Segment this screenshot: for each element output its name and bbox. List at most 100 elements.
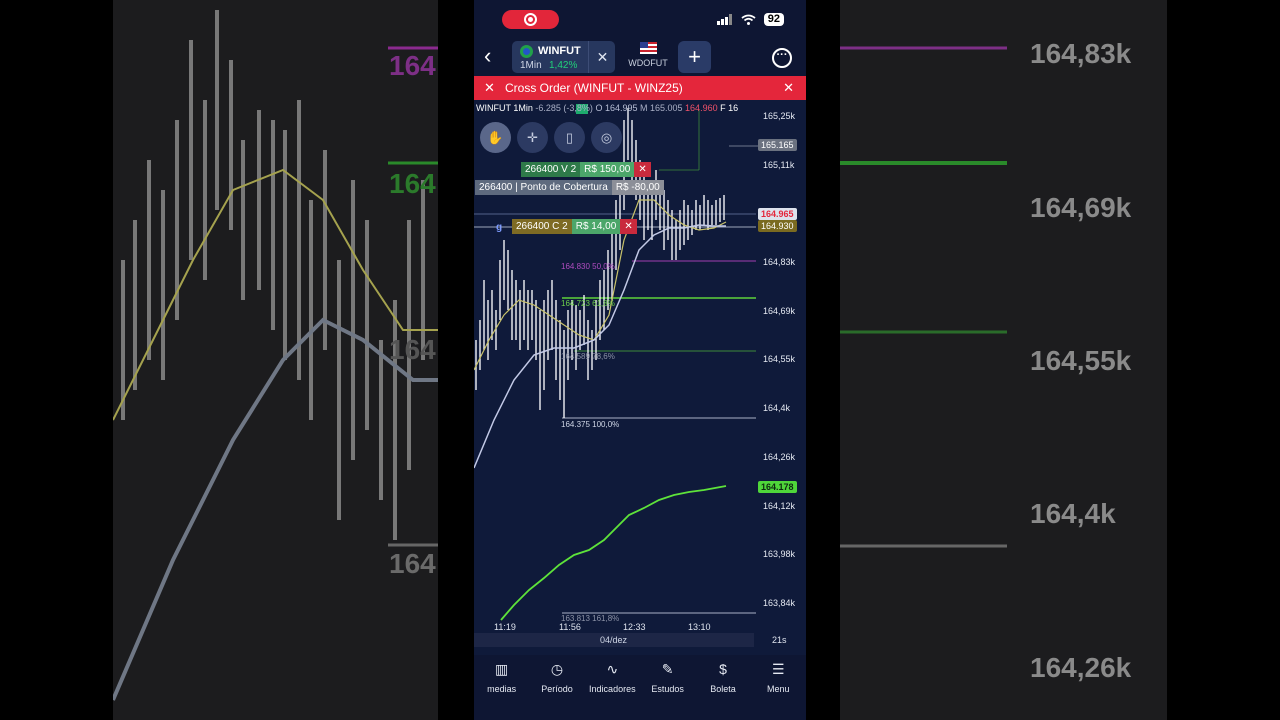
nav-label: Período <box>541 684 573 694</box>
nav-menu[interactable]: ☰ Menu <box>752 655 804 720</box>
nav-periodo[interactable]: ◷ Período <box>531 655 583 720</box>
background-left-label: 164 <box>389 168 436 199</box>
bottom-navigation: ▥ medias ◷ Período ∿ Indicadores ✎ Estud… <box>474 655 806 720</box>
record-icon <box>524 13 537 26</box>
cover-point-label: 266400 | Ponto de Cobertura <box>475 180 612 195</box>
ohlc-high: M 165.005 <box>640 103 683 113</box>
price-axis-label: 164,26k <box>763 452 796 462</box>
price-axis-label: 164,55k <box>763 354 796 364</box>
time-label: 12:33 <box>623 622 646 632</box>
status-bar: 92 <box>474 0 806 38</box>
background-right-label: 164,4k <box>1030 498 1116 529</box>
price-axis-label: 164,12k <box>763 501 796 511</box>
cross-order-title: Cross Order (WINFUT - WINZ25) <box>505 81 683 95</box>
close-tab-icon[interactable]: ✕ <box>588 41 616 73</box>
background-left-blur: 164 164 164 164 <box>113 0 438 720</box>
buy-order-qty: 266400 C 2 <box>512 219 572 234</box>
price-axis-label: 164,83k <box>763 257 796 267</box>
usa-flag-icon <box>639 42 657 54</box>
sell-order-line[interactable]: 266400 V 2 R$ 150,00 ✕ <box>521 162 651 177</box>
close-cross-order-icon[interactable]: ✕ <box>783 80 794 96</box>
nav-label: Boleta <box>710 684 736 694</box>
level-price-tag: 165.165 <box>758 139 797 151</box>
ohlc-pct: (-3,8%) <box>563 103 593 113</box>
avg-price-tag: 164.930 <box>758 220 797 232</box>
tab-change: 1,42% <box>549 60 578 71</box>
price-axis-label: 165,11k <box>763 160 795 170</box>
cancel-sell-order-icon[interactable]: ✕ <box>634 162 651 177</box>
phone-screen: 92 ‹ WINFUT 1Min 1,42% ✕ WDOFUT + ··· ✕ … <box>474 0 806 720</box>
background-left-label: 164 <box>389 50 436 81</box>
more-options-icon[interactable]: ··· <box>772 48 792 68</box>
dollar-icon: $ <box>719 661 727 677</box>
background-left-label: 164 <box>389 334 436 365</box>
tab-wdofut[interactable]: WDOFUT <box>624 42 672 72</box>
time-label: 11:19 <box>494 622 516 632</box>
cover-point-line[interactable]: 266400 | Ponto de Cobertura R$ -80,00 <box>475 180 664 195</box>
date-label: 04/dez <box>600 635 628 645</box>
signal-icon <box>716 14 732 25</box>
cancel-buy-order-icon[interactable]: ✕ <box>620 219 637 234</box>
ohlc-open: O 164.995 <box>595 103 638 113</box>
tools-icon: ✕ <box>484 80 495 95</box>
add-tab-button[interactable]: + <box>678 41 711 73</box>
price-axis-label: 164,4k <box>763 403 791 413</box>
crosshair-icon[interactable]: ✛ <box>517 122 548 153</box>
sell-order-qty: 266400 V 2 <box>521 162 581 177</box>
status-icons: 92 <box>716 13 784 26</box>
background-right-label: 164,83k <box>1030 38 1132 69</box>
background-right-label: 164,69k <box>1030 192 1132 223</box>
chart-line-icon: ∿ <box>606 661 619 677</box>
chart-toolbar: ✋ ✛ ▯ ◎ <box>480 122 622 153</box>
menu-icon: ☰ <box>772 661 785 677</box>
nav-label: Indicadores <box>589 684 636 694</box>
background-right-label: 164,26k <box>1030 652 1132 683</box>
last-price-tag: 164.965 <box>758 208 797 220</box>
background-left-label: 164 <box>389 548 436 579</box>
buy-order-line[interactable]: 266400 C 2 R$ 14,00 ✕ <box>512 219 637 234</box>
price-axis-label: 163,98k <box>763 549 796 559</box>
ohlc-suffix: F 16 <box>720 103 739 113</box>
fib-label: 164.723 61,8% <box>561 299 615 308</box>
back-icon[interactable]: ‹ <box>484 45 491 67</box>
pencil-icon: ✎ <box>661 661 674 677</box>
time-label: 11:56 <box>559 622 581 632</box>
indicator-price-tag: 164.178 <box>758 481 797 493</box>
price-chart[interactable]: WINFUT 1Min -6.285 (-3,8%) O 164.995 M 1… <box>474 100 806 655</box>
g-marker: g <box>496 222 503 233</box>
panels-icon: ▥ <box>495 661 509 677</box>
nav-indicadores[interactable]: ∿ Indicadores <box>586 655 638 720</box>
tab-symbol: WDOFUT <box>628 58 668 68</box>
nav-estudos[interactable]: ✎ Estudos <box>642 655 694 720</box>
date-row: 04/dez <box>474 633 754 647</box>
tab-symbol: WINFUT <box>538 45 581 57</box>
fib-label: 164.375 100,0% <box>561 420 620 429</box>
nav-boleta[interactable]: $ Boleta <box>697 655 749 720</box>
target-icon[interactable]: ◎ <box>591 122 622 153</box>
nav-medias[interactable]: ▥ medias <box>476 655 528 720</box>
background-right-label: 164,55k <box>1030 345 1132 376</box>
clock-icon: ◷ <box>550 661 564 677</box>
cross-order-bar[interactable]: ✕ Cross Order (WINFUT - WINZ25) ✕ <box>474 76 806 100</box>
fib-label: 164.830 50,0% <box>561 262 615 271</box>
buy-order-pnl: R$ 14,00 <box>571 219 621 234</box>
screen-recording-indicator[interactable] <box>502 10 559 29</box>
plus-icon: + <box>688 44 701 69</box>
cover-point-pnl: R$ -80,00 <box>611 180 664 195</box>
time-label: 13:10 <box>688 622 711 632</box>
top-navigation: ‹ WINFUT 1Min 1,42% ✕ WDOFUT + ··· <box>474 38 806 76</box>
price-axis-label: 165,25k <box>763 111 796 121</box>
candle-timer: 21s <box>772 635 787 645</box>
price-axis-label: 164,69k <box>763 306 796 316</box>
brazil-flag-icon <box>520 45 533 58</box>
nav-label: Estudos <box>651 684 684 694</box>
fib-label: 164.589 78,6% <box>561 352 615 361</box>
price-axis-label: 163,84k <box>763 598 796 608</box>
tab-winfut[interactable]: WINFUT 1Min 1,42% ✕ <box>512 41 615 73</box>
hand-tool-icon[interactable]: ✋ <box>480 122 511 153</box>
ruler-icon[interactable]: ▯ <box>554 122 585 153</box>
nav-label: Menu <box>767 684 790 694</box>
wifi-icon <box>741 14 756 25</box>
sell-order-pnl: R$ 150,00 <box>580 162 635 177</box>
nav-label: medias <box>487 684 517 694</box>
